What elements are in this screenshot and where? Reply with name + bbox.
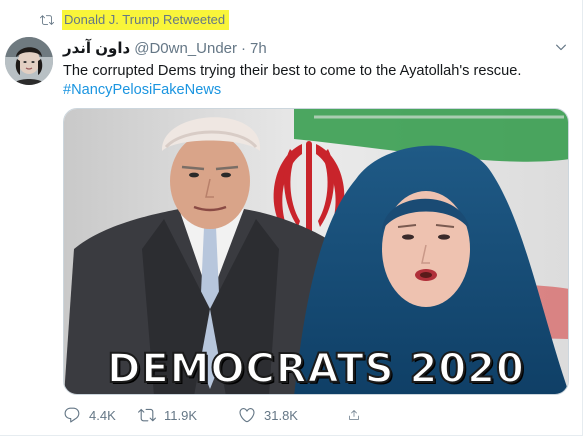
avatar-image: [5, 37, 53, 85]
tweet-header: داون آندر @D0wn_Under · 7h: [63, 38, 267, 58]
tweet-actions: 4.4K 11.9K 31.8K: [63, 405, 503, 425]
display-name[interactable]: داون آندر: [63, 39, 130, 57]
tweet-text: The corrupted Dems trying their best to …: [63, 63, 522, 79]
retweet-icon: [40, 13, 54, 27]
hashtag-link[interactable]: #NancyPelosiFakeNews: [63, 81, 568, 100]
like-button[interactable]: 31.8K: [238, 406, 348, 424]
like-count: 31.8K: [264, 407, 298, 423]
retweeter-link[interactable]: Donald J. Trump Retweeted: [62, 10, 230, 30]
share-button[interactable]: [348, 406, 368, 424]
reply-count: 4.4K: [89, 407, 116, 423]
tweet-media[interactable]: DEMOCRATS 2020: [63, 108, 569, 395]
media-caption: DEMOCRATS 2020: [106, 345, 525, 393]
tweet-card[interactable]: Donald J. Trump Retweeted داون آندر @D0w…: [0, 0, 583, 436]
reply-button[interactable]: 4.4K: [63, 406, 138, 424]
share-icon: [349, 410, 359, 420]
retweet-count: 11.9K: [164, 407, 198, 423]
avatar[interactable]: [5, 37, 53, 85]
reply-icon: [64, 407, 80, 423]
retweet-context: Donald J. Trump Retweeted: [40, 9, 230, 31]
heart-icon: [239, 408, 255, 423]
timestamp[interactable]: 7h: [250, 40, 267, 57]
chevron-down-icon[interactable]: [554, 40, 568, 54]
retweet-action-icon: [138, 408, 156, 422]
user-handle[interactable]: @D0wn_Under: [134, 40, 237, 57]
tweet-body: The corrupted Dems trying their best to …: [63, 62, 568, 100]
separator-dot: ·: [241, 39, 246, 57]
retweet-button[interactable]: 11.9K: [138, 406, 238, 424]
